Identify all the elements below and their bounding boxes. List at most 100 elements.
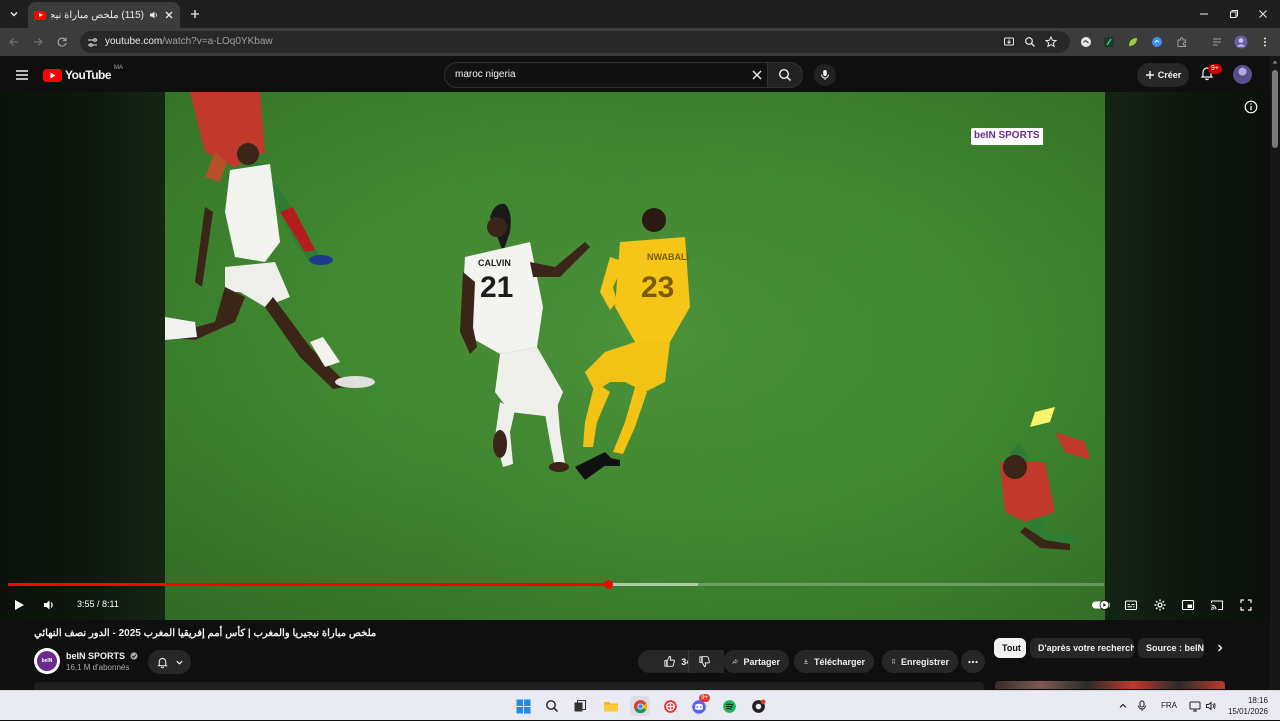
reload-button[interactable] bbox=[54, 34, 70, 50]
ambient-glow-right bbox=[1105, 92, 1270, 620]
page-scrollbar[interactable] bbox=[1270, 56, 1280, 690]
video-info-button[interactable] bbox=[1244, 100, 1260, 116]
search-input[interactable]: maroc nigeria bbox=[444, 62, 768, 88]
profile-button[interactable] bbox=[1233, 34, 1249, 50]
chrome-icon bbox=[633, 699, 647, 713]
extension-4-button[interactable] bbox=[1149, 34, 1165, 50]
video-title: ملخص مباراة نيجيريا والمغرب | كأس أمم إف… bbox=[34, 628, 377, 639]
start-button[interactable] bbox=[513, 696, 533, 716]
chip-from-search[interactable]: D'après votre recherche bbox=[1030, 638, 1134, 658]
video-frame[interactable]: 21 CALVIN 23 NWABALI beIN SPORTS bbox=[165, 92, 1105, 620]
extensions-button[interactable] bbox=[1174, 34, 1190, 50]
recommended-thumbnails-edge[interactable] bbox=[995, 681, 1225, 689]
save-button[interactable]: Enregistrer bbox=[882, 650, 958, 673]
windows-logo-icon bbox=[516, 699, 530, 713]
extension-dark-icon bbox=[1104, 37, 1114, 47]
file-explorer-button[interactable] bbox=[601, 696, 621, 716]
subtitles-button[interactable] bbox=[1121, 595, 1141, 615]
video-player[interactable]: 21 CALVIN 23 NWABALI beIN SPORTS 3:55 / … bbox=[0, 92, 1270, 620]
input-language[interactable]: FRA bbox=[1161, 701, 1177, 710]
mute-button[interactable] bbox=[39, 595, 59, 615]
voice-search-button[interactable] bbox=[814, 64, 836, 86]
zoom-icon[interactable] bbox=[1024, 36, 1036, 48]
url-text[interactable]: youtube.com/watch?v=a-LOq0YKbaw bbox=[105, 36, 273, 47]
browser-menu-button[interactable] bbox=[1257, 34, 1273, 50]
task-view-button[interactable] bbox=[570, 696, 590, 716]
fullscreen-button[interactable] bbox=[1236, 595, 1256, 615]
close-window-button[interactable] bbox=[1255, 6, 1271, 22]
network-icon[interactable] bbox=[1189, 700, 1201, 712]
miniplayer-button[interactable] bbox=[1178, 595, 1198, 615]
chip-all[interactable]: Tout bbox=[994, 638, 1026, 658]
volume-icon[interactable] bbox=[1205, 700, 1217, 712]
channel-name[interactable]: beIN SPORTS bbox=[66, 651, 138, 661]
time-display: 3:55 / 8:11 bbox=[77, 599, 119, 609]
channel-name-text: beIN SPORTS bbox=[66, 651, 126, 661]
scroll-up-arrow-icon[interactable] bbox=[1272, 59, 1278, 65]
forward-button[interactable] bbox=[30, 34, 46, 50]
dislike-button[interactable] bbox=[688, 650, 720, 673]
account-avatar[interactable] bbox=[1233, 65, 1252, 84]
more-actions-button[interactable] bbox=[961, 650, 985, 673]
reload-icon bbox=[57, 37, 67, 47]
settings-button[interactable] bbox=[1150, 595, 1170, 615]
app-dark-icon bbox=[751, 698, 766, 713]
play-button[interactable] bbox=[9, 595, 29, 615]
search-input-value: maroc nigeria bbox=[455, 69, 516, 80]
description-box-edge bbox=[34, 682, 984, 690]
create-button[interactable]: Créer bbox=[1137, 63, 1189, 87]
reading-list-button[interactable] bbox=[1209, 34, 1225, 50]
search-button[interactable] bbox=[767, 62, 803, 88]
download-button[interactable]: Télécharger bbox=[794, 650, 874, 673]
app-red-taskbar-button[interactable] bbox=[660, 696, 680, 716]
youtube-logo[interactable]: YouTube MA bbox=[43, 65, 123, 83]
plus-icon bbox=[191, 10, 199, 18]
folder-icon bbox=[604, 702, 618, 712]
cast-button[interactable] bbox=[1207, 595, 1227, 615]
gear-icon bbox=[1154, 599, 1166, 611]
discord-taskbar-button[interactable]: 9+ bbox=[689, 694, 710, 716]
extension-3-button[interactable] bbox=[1125, 34, 1141, 50]
clear-search-icon[interactable] bbox=[751, 69, 763, 81]
new-tab-button[interactable] bbox=[186, 5, 204, 23]
restore-button[interactable] bbox=[1226, 6, 1242, 22]
taskbar-search-button[interactable] bbox=[542, 696, 562, 716]
scrollbar-thumb[interactable] bbox=[1272, 70, 1278, 148]
speaker-icon[interactable] bbox=[149, 10, 159, 20]
extension-2-button[interactable] bbox=[1101, 34, 1117, 50]
extension-1-button[interactable] bbox=[1078, 34, 1094, 50]
chips-next-button[interactable] bbox=[1212, 640, 1228, 656]
youtube-favicon-icon bbox=[34, 10, 46, 20]
progress-bar[interactable] bbox=[8, 580, 1104, 589]
volume-icon bbox=[44, 600, 53, 610]
miniplayer-icon bbox=[1181, 599, 1195, 611]
close-tab-icon[interactable] bbox=[164, 10, 174, 20]
subscription-notifications-button[interactable] bbox=[148, 650, 191, 674]
spotify-taskbar-button[interactable] bbox=[719, 696, 739, 716]
address-bar[interactable]: youtube.com/watch?v=a-LOq0YKbaw bbox=[80, 31, 1070, 53]
chevron-up-icon[interactable] bbox=[1118, 701, 1128, 711]
site-settings-icon[interactable] bbox=[87, 37, 98, 48]
channel-avatar[interactable]: beIN bbox=[34, 648, 60, 674]
video-scene: 21 CALVIN 23 NWABALI bbox=[165, 92, 1105, 620]
back-button[interactable] bbox=[6, 34, 22, 50]
microphone-icon[interactable] bbox=[1137, 700, 1147, 712]
tab-search-button[interactable] bbox=[5, 5, 23, 23]
closed-captions-icon bbox=[1124, 600, 1138, 611]
extension-leaf-icon bbox=[1129, 38, 1137, 46]
autoplay-toggle[interactable] bbox=[1091, 595, 1111, 615]
taskbar-clock[interactable]: 18:16 15/01/2026 bbox=[1222, 695, 1268, 717]
scrubber-handle[interactable] bbox=[603, 580, 613, 589]
browser-toolbar: youtube.com/watch?v=a-LOq0YKbaw bbox=[0, 28, 1280, 56]
guide-menu-button[interactable] bbox=[14, 67, 30, 83]
minimize-button[interactable] bbox=[1196, 6, 1212, 22]
share-button[interactable]: Partager bbox=[723, 650, 789, 673]
notification-count-badge: 9+ bbox=[1208, 64, 1222, 74]
broadcaster-logo-text: beIN SPORTS bbox=[971, 128, 1043, 145]
chip-source[interactable]: Source : beIN S bbox=[1138, 638, 1204, 658]
app-dark-taskbar-button[interactable] bbox=[748, 696, 768, 716]
install-app-icon[interactable] bbox=[1003, 36, 1015, 48]
bookmark-star-icon[interactable] bbox=[1045, 36, 1057, 48]
chrome-taskbar-button[interactable] bbox=[630, 696, 650, 716]
browser-tab-active[interactable]: (115) ملخص مباراة نيجيريا و... bbox=[28, 2, 180, 28]
